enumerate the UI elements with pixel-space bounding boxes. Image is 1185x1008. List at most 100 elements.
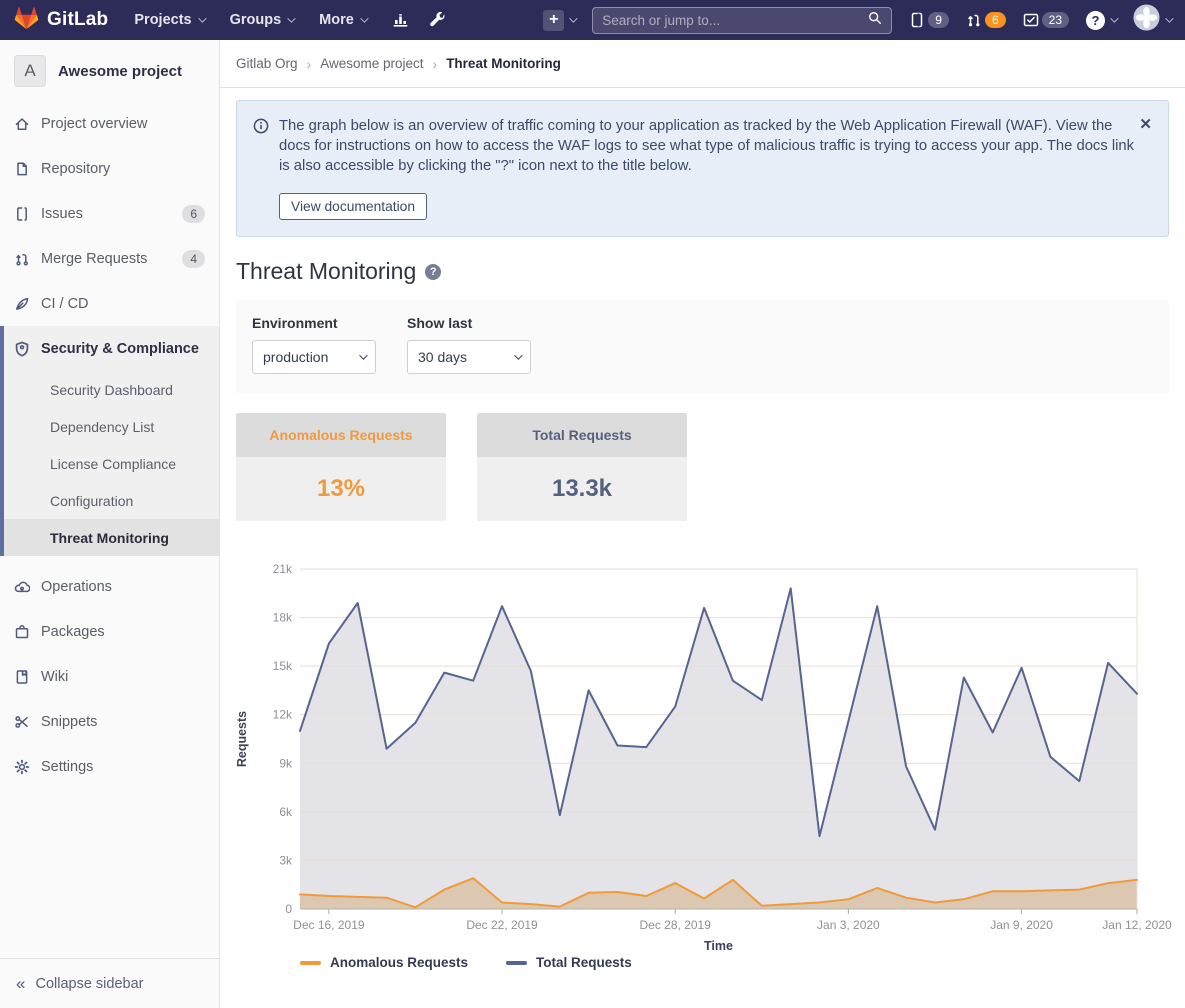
anomalous-requests-card-value: 13% (236, 457, 446, 521)
breadcrumb-project[interactable]: Awesome project (320, 56, 423, 71)
todos-icon (1023, 12, 1039, 28)
view-documentation-button[interactable]: View documentation (279, 193, 427, 220)
brand-name: GitLab (47, 9, 108, 31)
breadcrumb-current[interactable]: Threat Monitoring (446, 56, 561, 71)
top-navbar: GitLab Projects Groups More + (0, 0, 1185, 40)
project-name: Awesome project (58, 63, 182, 80)
anomalous-requests-card-title: Anomalous Requests (236, 413, 446, 457)
security-compliance-section: Security & Compliance Security Dashboard… (0, 326, 219, 556)
svg-text:Jan 12, 2020: Jan 12, 2020 (1102, 918, 1172, 932)
sidebar-item-ci-cd[interactable]: CI / CD (0, 281, 219, 326)
sidebar-subitem-license-compliance[interactable]: License Compliance (4, 445, 219, 482)
sidebar-item-repository[interactable]: Repository (0, 146, 219, 191)
close-icon[interactable]: ✕ (1139, 115, 1152, 133)
total-requests-card-title: Total Requests (477, 413, 687, 457)
chevron-down-icon (287, 14, 295, 22)
mr-count-badge: 6 (985, 12, 1006, 28)
chevron-down-icon (1165, 14, 1173, 22)
chevron-down-icon (1110, 14, 1118, 22)
show-last-select[interactable]: 30 days (407, 340, 531, 374)
project-avatar: A (14, 55, 46, 87)
sidebar-item-wiki[interactable]: Wiki (0, 654, 219, 699)
search-input[interactable] (602, 13, 868, 28)
legend-swatch-slate (506, 961, 527, 965)
sidebar-item-packages[interactable]: Packages (0, 609, 219, 654)
project-header[interactable]: A Awesome project (0, 40, 219, 101)
user-menu[interactable] (1133, 4, 1171, 36)
sidebar-item-security-compliance[interactable]: Security & Compliance (4, 326, 219, 371)
search-icon[interactable] (868, 11, 882, 30)
nav-projects[interactable]: Projects (134, 12, 203, 28)
admin-wrench-icon[interactable] (429, 12, 446, 28)
sidebar-subitem-configuration[interactable]: Configuration (4, 482, 219, 519)
svg-text:15k: 15k (273, 659, 293, 673)
sidebar-item-snippets[interactable]: Snippets (0, 699, 219, 744)
chart-legend: Anomalous Requests Total Requests (300, 955, 632, 970)
show-last-label: Show last (407, 315, 531, 331)
svg-text:Jan 3, 2020: Jan 3, 2020 (817, 918, 880, 932)
issues-dropdown[interactable]: 9 (909, 12, 949, 28)
title-help-icon[interactable]: ? (425, 264, 441, 280)
svg-text:Dec 16, 2019: Dec 16, 2019 (293, 918, 365, 932)
filters-panel: Environment production Show last 30 days (236, 300, 1169, 393)
collapse-sidebar-button[interactable]: « Collapse sidebar (0, 958, 219, 1008)
info-icon (253, 118, 269, 176)
issues-count-badge: 6 (182, 205, 205, 223)
alert-message: The graph below is an overview of traffi… (279, 116, 1139, 176)
help-menu[interactable]: ? (1086, 11, 1116, 30)
svg-text:0: 0 (285, 902, 292, 916)
svg-text:Dec 22, 2019: Dec 22, 2019 (466, 918, 538, 932)
svg-text:6k: 6k (279, 805, 293, 819)
gitlab-logo-icon (14, 6, 39, 35)
home-icon (14, 116, 30, 132)
sidebar-subitem-security-dashboard[interactable]: Security Dashboard (4, 371, 219, 408)
nav-groups[interactable]: Groups (230, 12, 294, 28)
svg-text:Requests: Requests (235, 711, 249, 767)
merge-request-icon (966, 12, 982, 28)
mr-count-badge: 4 (182, 250, 205, 268)
gitlab-home-link[interactable]: GitLab (14, 6, 108, 35)
chevron-down-icon (198, 14, 206, 22)
package-icon (14, 624, 30, 640)
sidebar-item-issues[interactable]: Issues 6 (0, 191, 219, 236)
merge-requests-dropdown[interactable]: 6 (966, 12, 1006, 28)
analytics-chart-icon[interactable] (392, 12, 409, 28)
todos-count-badge: 23 (1042, 12, 1069, 28)
sidebar-item-project-overview[interactable]: Project overview (0, 101, 219, 146)
sidebar-subitem-threat-monitoring[interactable]: Threat Monitoring (4, 519, 219, 556)
cloud-icon (14, 579, 30, 595)
book-icon (14, 669, 30, 685)
chevron-down-icon (569, 14, 577, 22)
collapse-chevrons-icon: « (16, 974, 25, 994)
svg-text:Jan 9, 2020: Jan 9, 2020 (990, 918, 1053, 932)
shield-icon (14, 341, 30, 357)
chevron-down-icon (360, 14, 368, 22)
nav-more[interactable]: More (319, 12, 366, 28)
page-title: Threat Monitoring (236, 258, 416, 285)
global-search (592, 7, 892, 34)
avatar (1133, 4, 1160, 36)
breadcrumb-separator: › (307, 56, 312, 72)
project-sidebar: A Awesome project Project overview Repos… (0, 40, 220, 1008)
sidebar-item-settings[interactable]: Settings (0, 744, 219, 789)
svg-text:9k: 9k (279, 756, 293, 770)
traffic-chart: 03k6k9k12k15k18k21kDec 16, 2019Dec 22, 2… (236, 554, 1169, 979)
legend-total-requests[interactable]: Total Requests (506, 955, 632, 970)
sidebar-subitem-dependency-list[interactable]: Dependency List (4, 408, 219, 445)
sidebar-item-operations[interactable]: Operations (0, 564, 219, 609)
ci-cd-icon (14, 296, 30, 312)
breadcrumb-group[interactable]: Gitlab Org (236, 56, 298, 71)
scissors-icon (14, 714, 30, 730)
svg-text:18k: 18k (273, 611, 293, 625)
svg-text:21k: 21k (273, 562, 293, 576)
new-menu-button[interactable]: + (543, 10, 575, 31)
merge-request-icon (14, 251, 30, 267)
sidebar-item-merge-requests[interactable]: Merge Requests 4 (0, 236, 219, 281)
svg-text:12k: 12k (273, 708, 293, 722)
area-chart-canvas[interactable]: 03k6k9k12k15k18k21kDec 16, 2019Dec 22, 2… (236, 554, 1169, 954)
legend-swatch-orange (300, 961, 321, 965)
legend-anomalous-requests[interactable]: Anomalous Requests (300, 955, 468, 970)
todos-dropdown[interactable]: 23 (1023, 12, 1069, 28)
chevron-down-icon (359, 351, 367, 359)
environment-select[interactable]: production (252, 340, 376, 374)
